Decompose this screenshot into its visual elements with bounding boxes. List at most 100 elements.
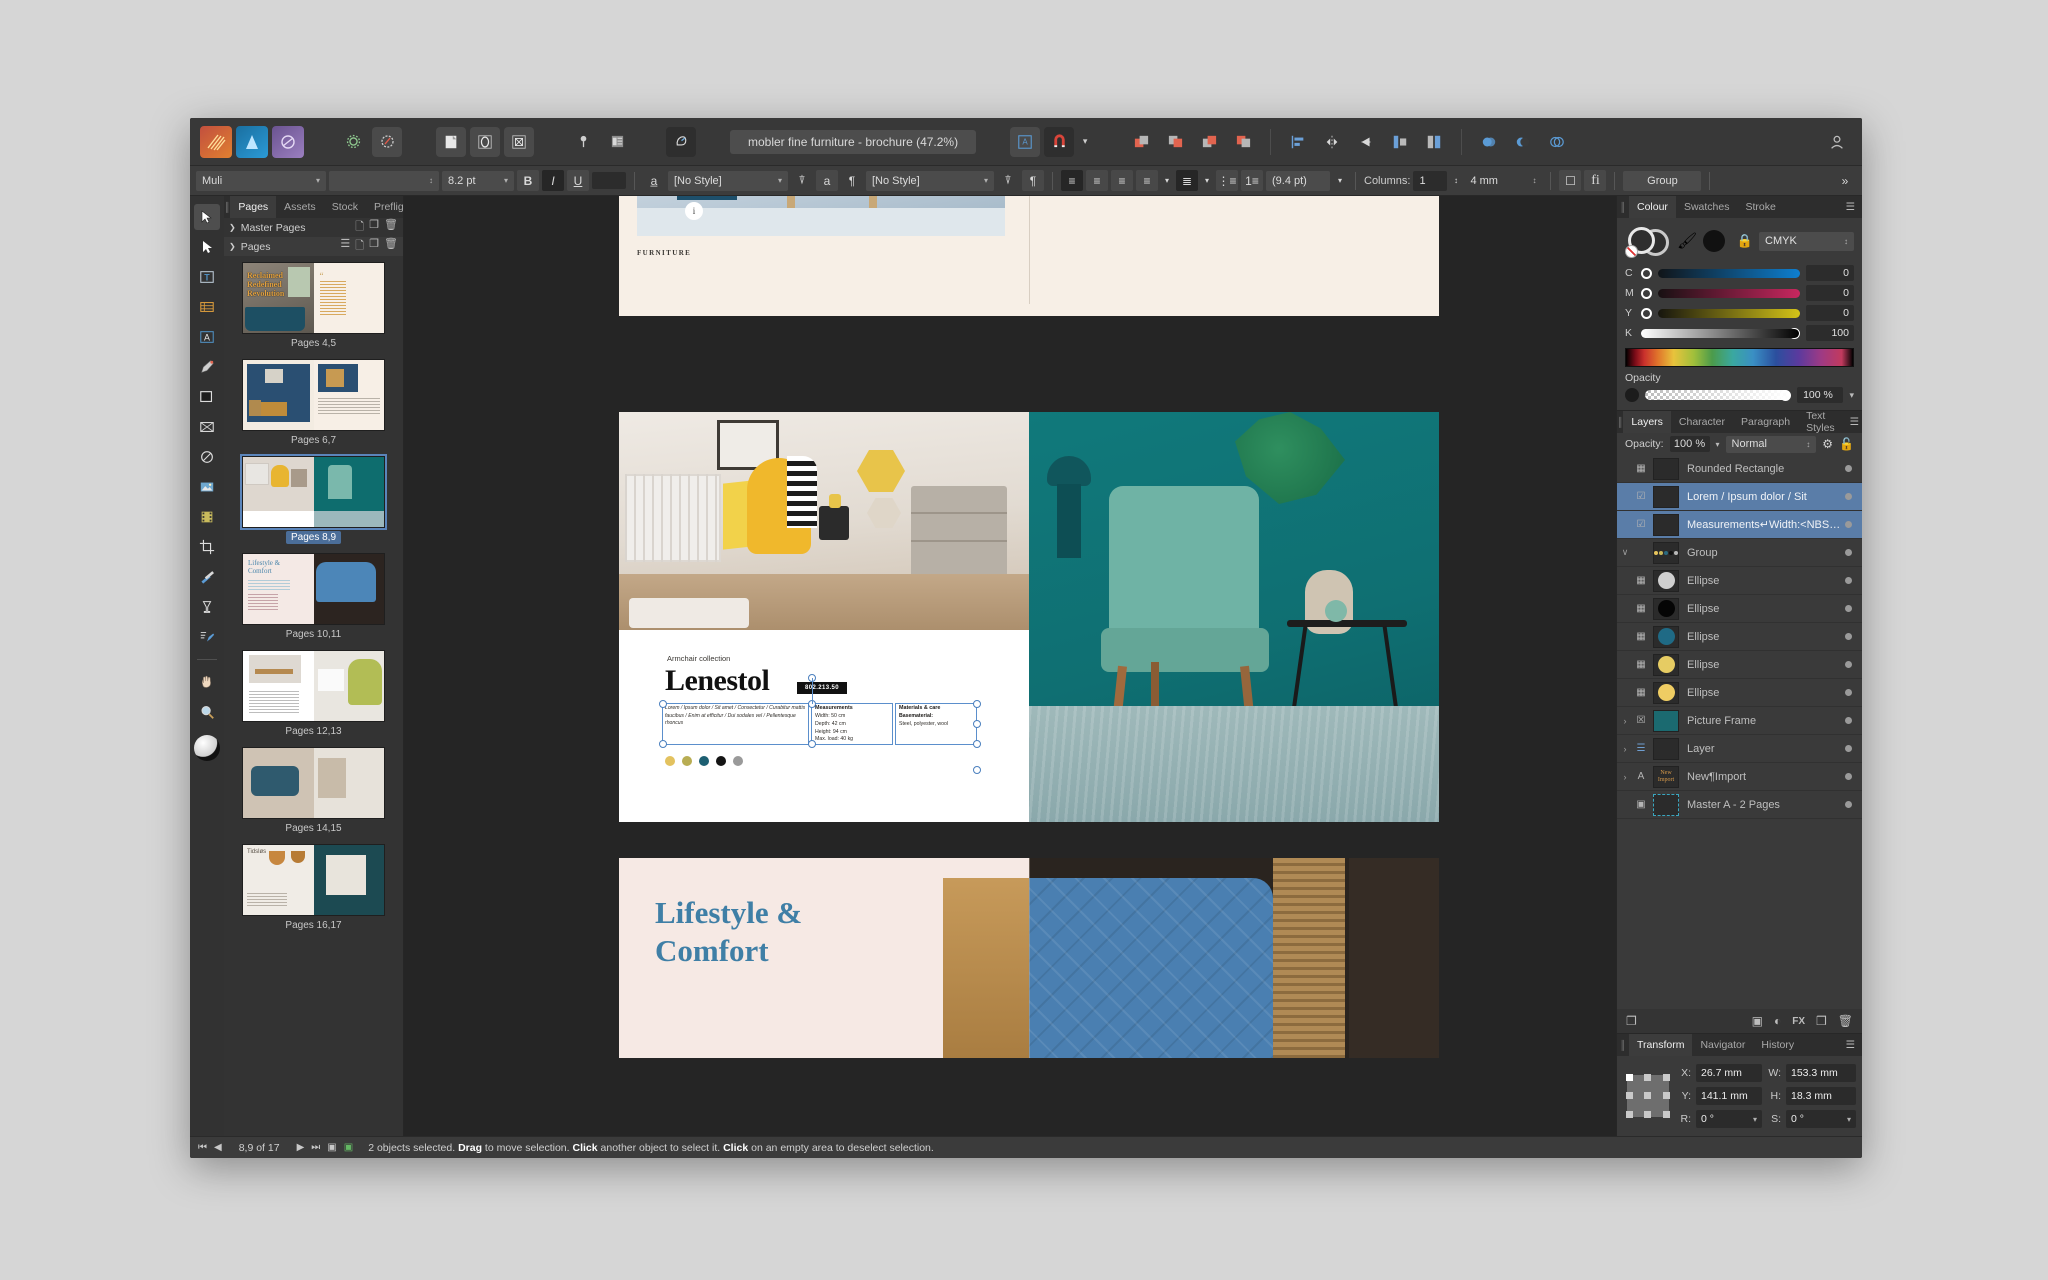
- character-panel-icon[interactable]: a̲: [643, 170, 665, 191]
- rectangle-tool[interactable]: [194, 384, 220, 410]
- spread-active[interactable]: Armchair collection Lenestol 802.213.50 …: [619, 412, 1439, 822]
- layer-row[interactable]: › A New Import New¶Import: [1617, 763, 1862, 791]
- chevron-down-icon[interactable]: ▾: [1716, 440, 1720, 449]
- panel-menu-icon[interactable]: ☰: [1839, 196, 1862, 218]
- transparency-tool[interactable]: [194, 594, 220, 620]
- move-forward-icon[interactable]: [1194, 127, 1224, 157]
- pilcrow-icon[interactable]: ¶: [841, 170, 863, 191]
- picture-frame-icon[interactable]: [504, 126, 534, 157]
- w-input[interactable]: 153.3 mm: [1786, 1064, 1856, 1082]
- text-frame-options-icon[interactable]: A: [1010, 126, 1041, 157]
- layer-visibility-dot[interactable]: [1845, 801, 1852, 808]
- tab-pages[interactable]: Pages: [230, 196, 277, 218]
- account-icon[interactable]: [1822, 127, 1852, 157]
- delete-page-icon[interactable]: 🗑: [384, 237, 398, 256]
- page-thumbnail[interactable]: [242, 747, 385, 819]
- channel-row-c[interactable]: C 0: [1625, 265, 1854, 281]
- text-frame-icon[interactable]: ☐: [1559, 170, 1582, 191]
- page-thumbnail-item[interactable]: Reclaimed Redefined Revolution “ Pages 4,5: [224, 262, 403, 350]
- tab-assets[interactable]: Assets: [276, 196, 324, 218]
- colour-model-select[interactable]: CMYK ↕: [1759, 231, 1854, 251]
- pen-tool[interactable]: [194, 354, 220, 380]
- measurements-text-frame[interactable]: Measurements Width: 50 cm Depth: 42 cm H…: [811, 703, 893, 745]
- distribute-horizontal-icon[interactable]: [1385, 127, 1415, 157]
- channel-track[interactable]: [1641, 328, 1799, 338]
- text-colour-swatch[interactable]: [592, 172, 626, 189]
- layer-row-selected[interactable]: ☑ Measurements↵Width:<NBSP>50 cm: [1617, 511, 1862, 539]
- snapping-icon[interactable]: [1044, 126, 1075, 157]
- tab-history[interactable]: History: [1753, 1034, 1802, 1056]
- expand-toggle[interactable]: ›: [1617, 716, 1633, 726]
- layer-list[interactable]: ▦ Rounded Rectangle ☑ Lorem / Ipsum dolo…: [1617, 455, 1862, 1009]
- panel-menu-icon[interactable]: ☰: [1843, 411, 1862, 433]
- text-wrap-icon[interactable]: [602, 127, 632, 157]
- duplicate-master-page-icon[interactable]: ❐: [369, 218, 379, 237]
- expand-toggle[interactable]: ∨: [1617, 547, 1633, 558]
- channel-knob[interactable]: [1641, 307, 1652, 319]
- tab-navigator[interactable]: Navigator: [1692, 1034, 1753, 1056]
- panel-grip-icon[interactable]: ║: [1617, 1034, 1629, 1056]
- blend-mode-select[interactable]: Normal ↕: [1725, 435, 1817, 453]
- page-thumbnail-item-selected[interactable]: Pages 8,9: [224, 454, 403, 544]
- tab-colour[interactable]: Colour: [1629, 196, 1676, 218]
- page-tool-icon[interactable]: [436, 126, 466, 157]
- reset-character-icon[interactable]: ⍒: [791, 170, 813, 191]
- publisher-app-icon[interactable]: [200, 125, 232, 158]
- layer-row[interactable]: ▦ Ellipse: [1617, 567, 1862, 595]
- underline-button[interactable]: U: [567, 170, 589, 191]
- chevron-down-icon[interactable]: ▾: [1201, 170, 1213, 191]
- page-thumbnail-item[interactable]: Lifestyle & Comfort Pages 10,11: [224, 553, 403, 641]
- vertical-align-button[interactable]: ≣: [1176, 170, 1198, 191]
- numbered-list-button[interactable]: 1≡: [1241, 170, 1263, 191]
- lock-icon[interactable]: 🔒: [1737, 233, 1753, 249]
- colour-spectrum[interactable]: [1625, 348, 1854, 367]
- page-thumbnail[interactable]: [242, 650, 385, 722]
- photo-app-icon[interactable]: [272, 125, 304, 158]
- ellipse-tool[interactable]: [194, 444, 220, 470]
- layer-visibility-dot[interactable]: [1845, 773, 1852, 780]
- gutter-input[interactable]: 4 mm ↕: [1464, 171, 1542, 191]
- move-tool[interactable]: [194, 204, 220, 230]
- last-page-icon[interactable]: ⏭: [311, 1142, 320, 1153]
- spread-options-icon[interactable]: ☰: [340, 237, 350, 256]
- place-image-tool[interactable]: [194, 474, 220, 500]
- toolbar-overflow-icon[interactable]: »: [1834, 170, 1856, 191]
- layer-visibility-dot[interactable]: [1845, 605, 1852, 612]
- show-special-characters-icon[interactable]: ¶: [1022, 170, 1044, 191]
- document-setup-icon[interactable]: [372, 126, 402, 157]
- move-backward-icon[interactable]: [1160, 127, 1190, 157]
- designer-persona-icon[interactable]: [666, 126, 696, 157]
- zoom-tool[interactable]: [194, 699, 220, 725]
- layer-visibility-dot[interactable]: [1845, 577, 1852, 584]
- channel-value[interactable]: 0: [1806, 285, 1854, 301]
- page-thumbnail[interactable]: Lifestyle & Comfort: [242, 553, 385, 625]
- font-family-select[interactable]: Muli ▾: [196, 170, 326, 191]
- distribute-vertical-icon[interactable]: [1419, 127, 1449, 157]
- layer-row[interactable]: ▦ Ellipse: [1617, 595, 1862, 623]
- reset-paragraph-icon[interactable]: ⍒: [997, 170, 1019, 191]
- character-style-select[interactable]: [No Style] ▾: [668, 170, 788, 191]
- picture-frame-rectangle-tool[interactable]: [194, 414, 220, 440]
- page-right-prev[interactable]: Lorem ipsum dolor sit amet, consectetur …: [1029, 196, 1439, 316]
- swatch-dot[interactable]: [682, 756, 692, 766]
- designer-app-icon[interactable]: [236, 125, 268, 158]
- media-tool[interactable]: [194, 504, 220, 530]
- adjustment-icon[interactable]: ◐: [1774, 1014, 1781, 1028]
- page-thumbnail[interactable]: [240, 454, 387, 530]
- geometry-intersect-icon[interactable]: [1542, 127, 1572, 157]
- paragraph-panel-icon[interactable]: a: [816, 170, 838, 191]
- layer-visibility-dot[interactable]: [1845, 549, 1852, 556]
- flip-vertical-icon[interactable]: [1351, 127, 1381, 157]
- page-view-icon[interactable]: ▣: [327, 1142, 336, 1153]
- fill-stroke-colour-well[interactable]: [194, 735, 220, 761]
- geometry-add-icon[interactable]: [1474, 127, 1504, 157]
- font-style-select[interactable]: ↕: [329, 170, 439, 191]
- tab-character[interactable]: Character: [1671, 411, 1733, 433]
- layer-row[interactable]: ▦ Ellipse: [1617, 679, 1862, 707]
- opacity-knob[interactable]: [1780, 389, 1792, 401]
- channel-row-y[interactable]: Y 0: [1625, 305, 1854, 321]
- align-left-icon[interactable]: [1283, 127, 1313, 157]
- delete-master-page-icon[interactable]: 🗑: [384, 218, 398, 237]
- document-canvas[interactable]: i FURNITURE Lorem ipsum dolor sit amet, …: [404, 196, 1616, 1136]
- tab-text-styles[interactable]: Text Styles: [1798, 410, 1843, 434]
